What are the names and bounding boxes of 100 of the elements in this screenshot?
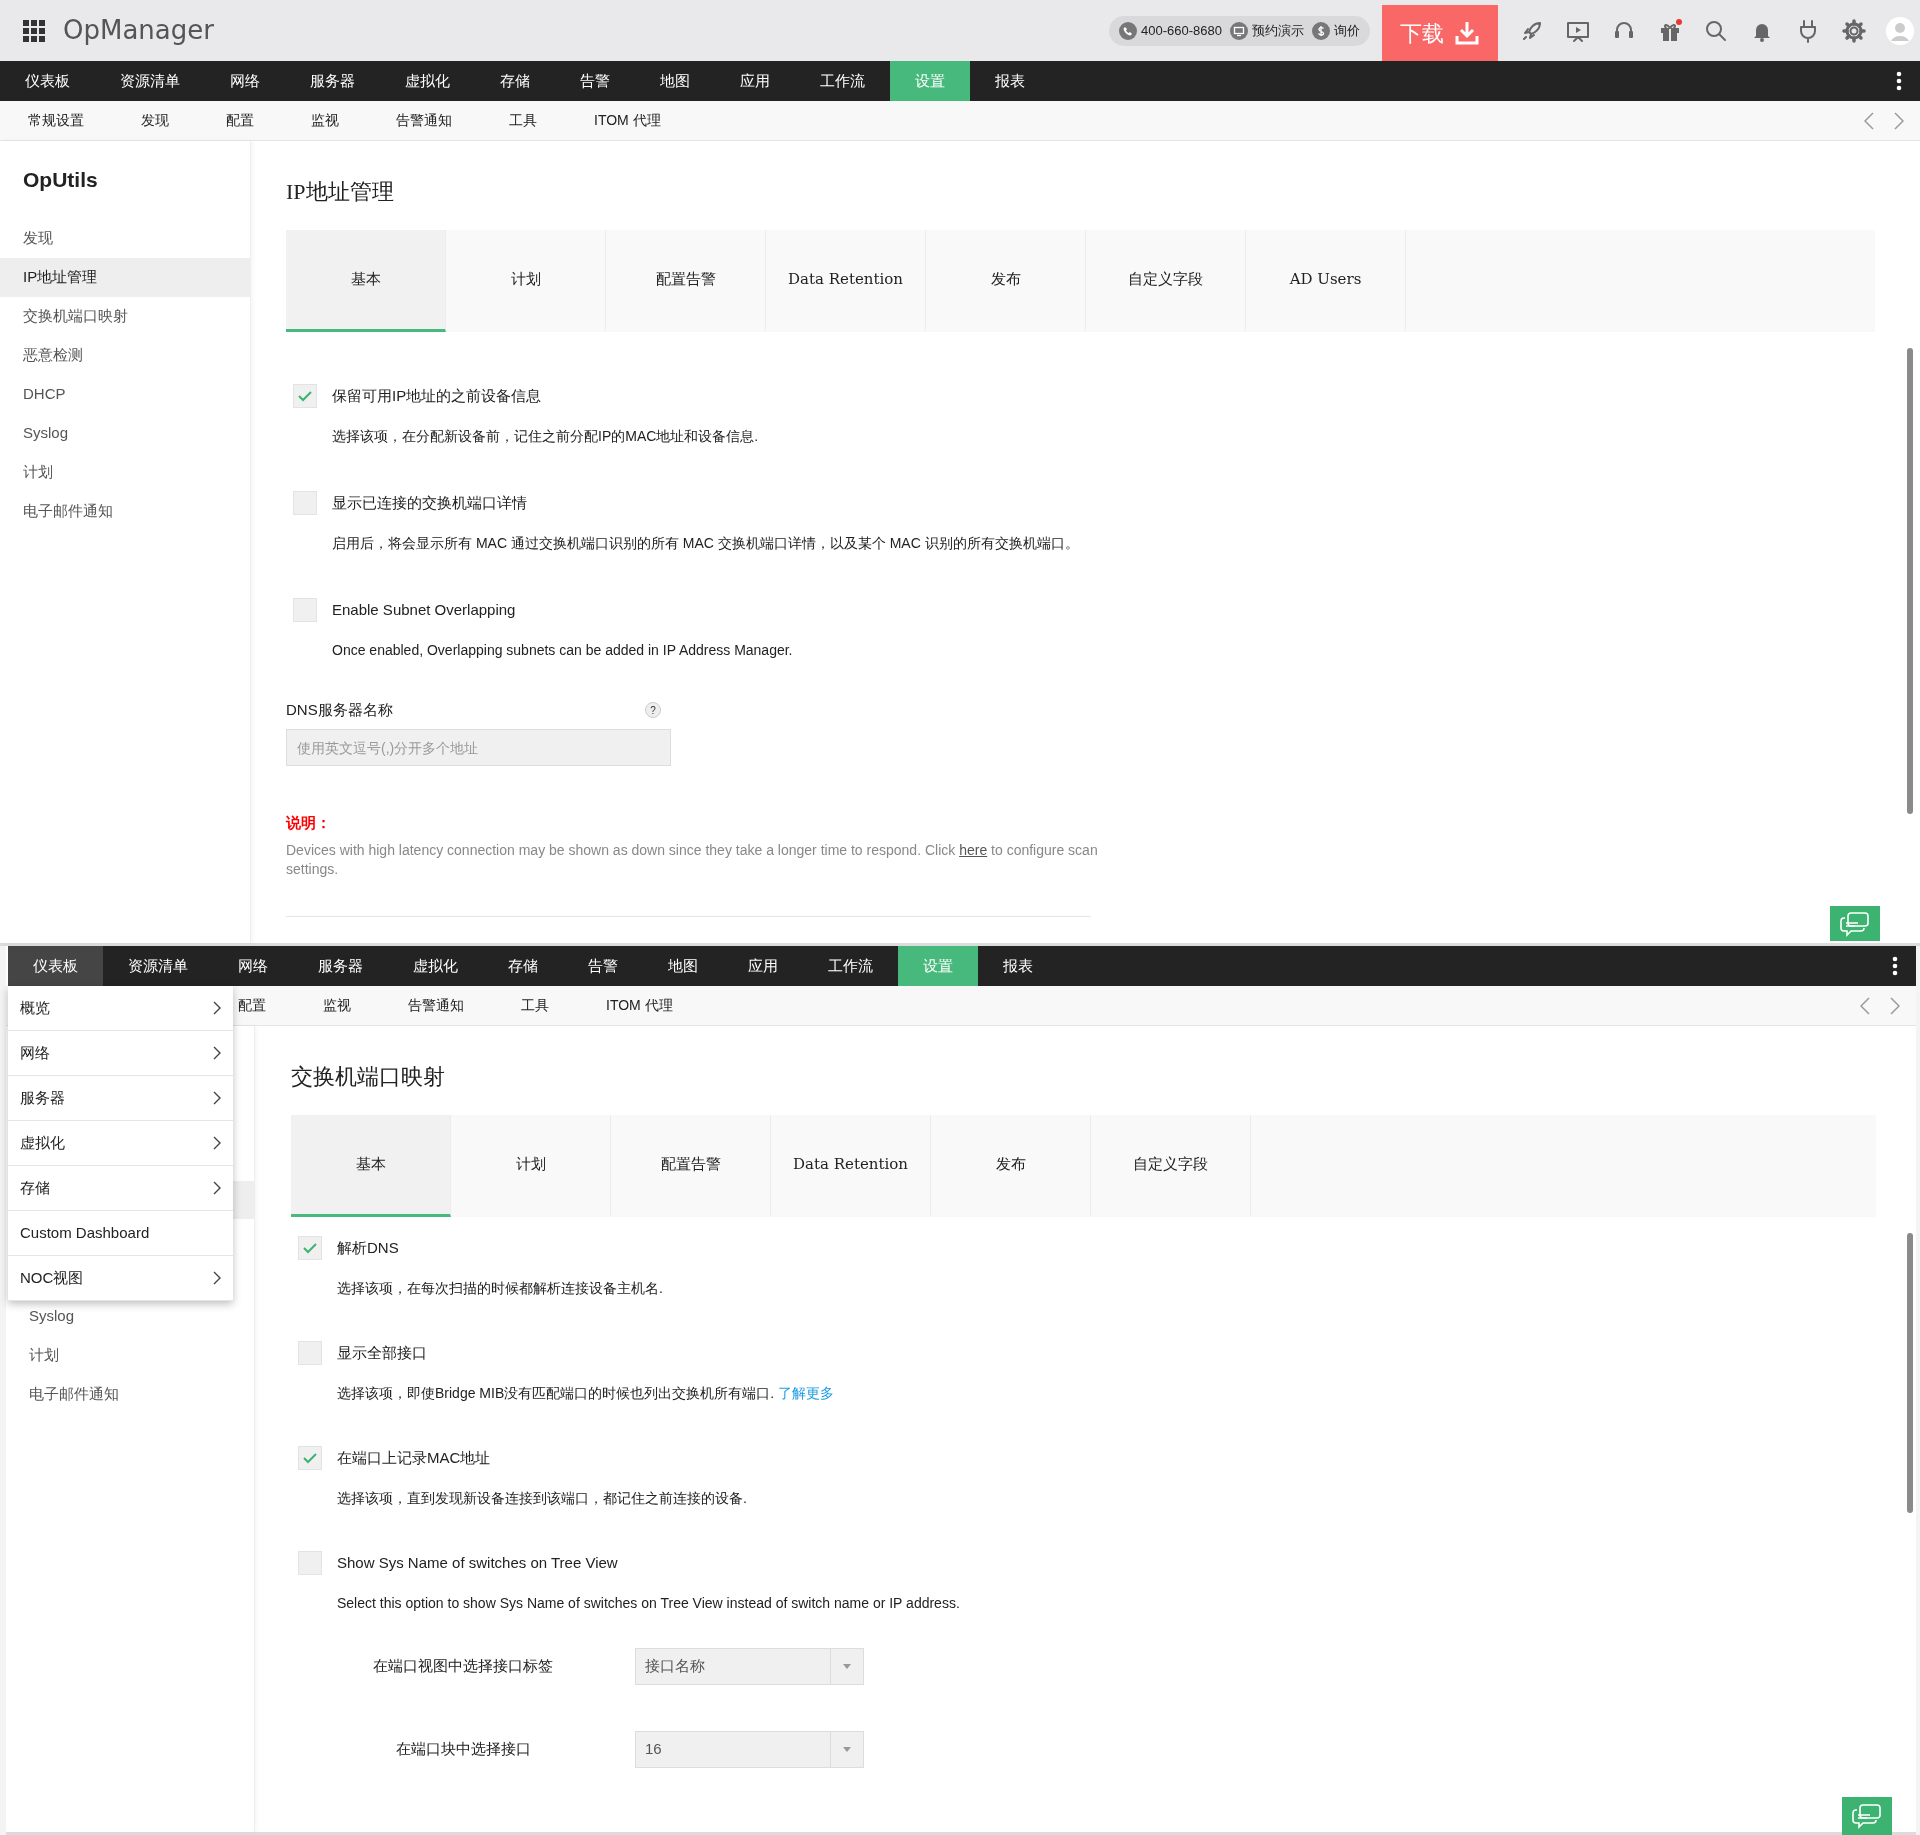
chat-icon [1852, 1803, 1882, 1829]
sidebar-item[interactable]: 计划 [0, 453, 250, 492]
chat-button[interactable] [1842, 1797, 1892, 1835]
settings-tab[interactable]: 基本 [286, 230, 446, 332]
checkbox[interactable] [293, 491, 317, 515]
sidebar-item[interactable]: Syslog [0, 414, 250, 453]
subnav-link[interactable]: 告警通知 [396, 110, 452, 131]
sidebar-item[interactable]: 电子邮件通知 [6, 1375, 254, 1414]
checkbox[interactable] [298, 1236, 322, 1260]
note-text: Devices with high latency connection may be shown as down since they take a longer time to respond. Click here to configure scan settings. [286, 840, 1099, 879]
settings-tab[interactable]: AD Users [1246, 230, 1406, 332]
avatar-icon[interactable] [1886, 16, 1914, 45]
nav-tab[interactable]: 地图 [635, 61, 715, 101]
nav-tab[interactable]: 网络 [213, 946, 293, 986]
nav-tab[interactable]: 告警 [555, 61, 635, 101]
settings-icon[interactable] [1842, 18, 1866, 43]
sidebar-item[interactable]: 计划 [6, 1336, 254, 1375]
more-icon[interactable] [1896, 71, 1902, 91]
settings-tab[interactable]: Data Retention [771, 1115, 931, 1217]
select-field[interactable]: 接口名称 [635, 1648, 864, 1685]
app-title: OpManager [63, 14, 214, 47]
nav-tab[interactable]: 告警 [563, 946, 643, 986]
menu-item[interactable]: 网络 [8, 1031, 233, 1076]
help-button[interactable]: ? [645, 702, 661, 718]
nav-tab[interactable]: 工作流 [803, 946, 898, 986]
nav-tab[interactable]: 应用 [715, 61, 795, 101]
nav-tab[interactable]: 应用 [723, 946, 803, 986]
settings-tab[interactable]: 发布 [926, 230, 1086, 332]
search-icon[interactable] [1704, 18, 1728, 43]
checkbox[interactable] [298, 1341, 322, 1365]
settings-tab[interactable]: 基本 [291, 1115, 451, 1217]
nav-tab[interactable]: 服务器 [293, 946, 388, 986]
menu-item[interactable]: NOC视图 [8, 1256, 233, 1301]
settings-tab[interactable]: 自定义字段 [1086, 230, 1246, 332]
settings-tab[interactable]: Data Retention [766, 230, 926, 332]
here-link[interactable]: here [959, 841, 988, 858]
menu-item[interactable]: 服务器 [8, 1076, 233, 1121]
menu-item[interactable]: Custom Dashboard [8, 1211, 233, 1256]
settings-tab[interactable]: 计划 [451, 1115, 611, 1217]
subnav-link[interactable]: 工具 [521, 995, 549, 1016]
menu-item[interactable]: 概览 [8, 986, 233, 1031]
nav-tab[interactable]: 存储 [475, 61, 555, 101]
nav-tab[interactable]: 报表 [970, 61, 1050, 101]
demo-link[interactable]: 预约演示 [1252, 20, 1304, 41]
check-icon [303, 1242, 317, 1254]
settings-tab[interactable]: 配置告警 [611, 1115, 771, 1217]
subnav-link[interactable]: 配置 [238, 995, 266, 1016]
nav-tab[interactable]: 网络 [205, 61, 285, 101]
menu-item[interactable]: 虚拟化 [8, 1121, 233, 1166]
option-description: Once enabled, Overlapping subnets can be added in IP Address Manager. [332, 641, 794, 660]
select-label: 在端口块中选择接口 [394, 1739, 532, 1760]
subnav-link[interactable]: 工具 [509, 110, 537, 131]
sidebar-item[interactable]: DHCP [0, 375, 250, 414]
nav-tab[interactable]: 仪表板 [0, 61, 95, 101]
gift-icon[interactable] [1658, 18, 1682, 43]
subnav-link[interactable]: 告警通知 [408, 995, 464, 1016]
subnav-link[interactable]: 监视 [311, 110, 339, 131]
nav-tab[interactable]: 虚拟化 [380, 61, 475, 101]
checkbox[interactable] [293, 598, 317, 622]
settings-tab[interactable]: 自定义字段 [1091, 1115, 1251, 1217]
chevron-left-icon[interactable] [1864, 111, 1874, 130]
menu-item[interactable]: 存储 [8, 1166, 233, 1211]
subnav-link[interactable]: 发现 [141, 110, 169, 131]
settings-tab[interactable]: 发布 [931, 1115, 1091, 1217]
nav-tab[interactable]: 虚拟化 [388, 946, 483, 986]
nav-tab[interactable]: 报表 [978, 946, 1058, 986]
nav-tab[interactable]: 存储 [483, 946, 563, 986]
app-grid-icon[interactable] [23, 19, 45, 42]
subnav-link[interactable]: ITOM 代理 [594, 110, 661, 131]
nav-tab[interactable]: 服务器 [285, 61, 380, 101]
subnav-link[interactable]: 配置 [226, 110, 254, 131]
chevron-left-icon[interactable] [1860, 996, 1870, 1015]
subnav-link[interactable]: 常规设置 [28, 110, 84, 131]
checkbox[interactable] [293, 384, 317, 408]
nav-tab[interactable]: 资源清单 [103, 946, 213, 986]
subnav-link[interactable]: 监视 [323, 995, 351, 1016]
sidebar-item[interactable]: IP地址管理 [0, 258, 250, 297]
phone-link[interactable]: 400-660-8680 [1141, 20, 1222, 41]
nav-tab[interactable]: 工作流 [795, 61, 890, 101]
checkbox[interactable] [298, 1446, 322, 1470]
dns-server-field[interactable]: 使用英文逗号(,)分开多个地址 [286, 729, 671, 766]
nav-tab[interactable]: 仪表板 [8, 946, 103, 986]
sidebar-item[interactable]: 交换机端口映射 [0, 297, 250, 336]
sidebar-item[interactable]: 恶意检测 [0, 336, 250, 375]
subnav-link[interactable]: ITOM 代理 [606, 995, 673, 1016]
chat-button[interactable] [1830, 906, 1880, 941]
settings-tab[interactable]: 配置告警 [606, 230, 766, 332]
option-label: 在端口上记录MAC地址 [337, 1447, 491, 1468]
sidebar-item[interactable]: 电子邮件通知 [0, 492, 250, 531]
chevron-right-icon[interactable] [1890, 996, 1900, 1015]
chevron-right-icon[interactable] [1894, 111, 1904, 130]
quote-link[interactable]: 询价 [1334, 20, 1360, 41]
more-icon[interactable] [1892, 956, 1898, 976]
sidebar-item[interactable]: 发现 [0, 219, 250, 258]
select-field[interactable]: 16 [635, 1731, 864, 1768]
nav-tab[interactable]: 地图 [643, 946, 723, 986]
checkbox[interactable] [298, 1551, 322, 1575]
settings-tab[interactable]: 计划 [446, 230, 606, 332]
nav-tab[interactable]: 资源清单 [95, 61, 205, 101]
option-label: 显示全部接口 [337, 1342, 427, 1363]
